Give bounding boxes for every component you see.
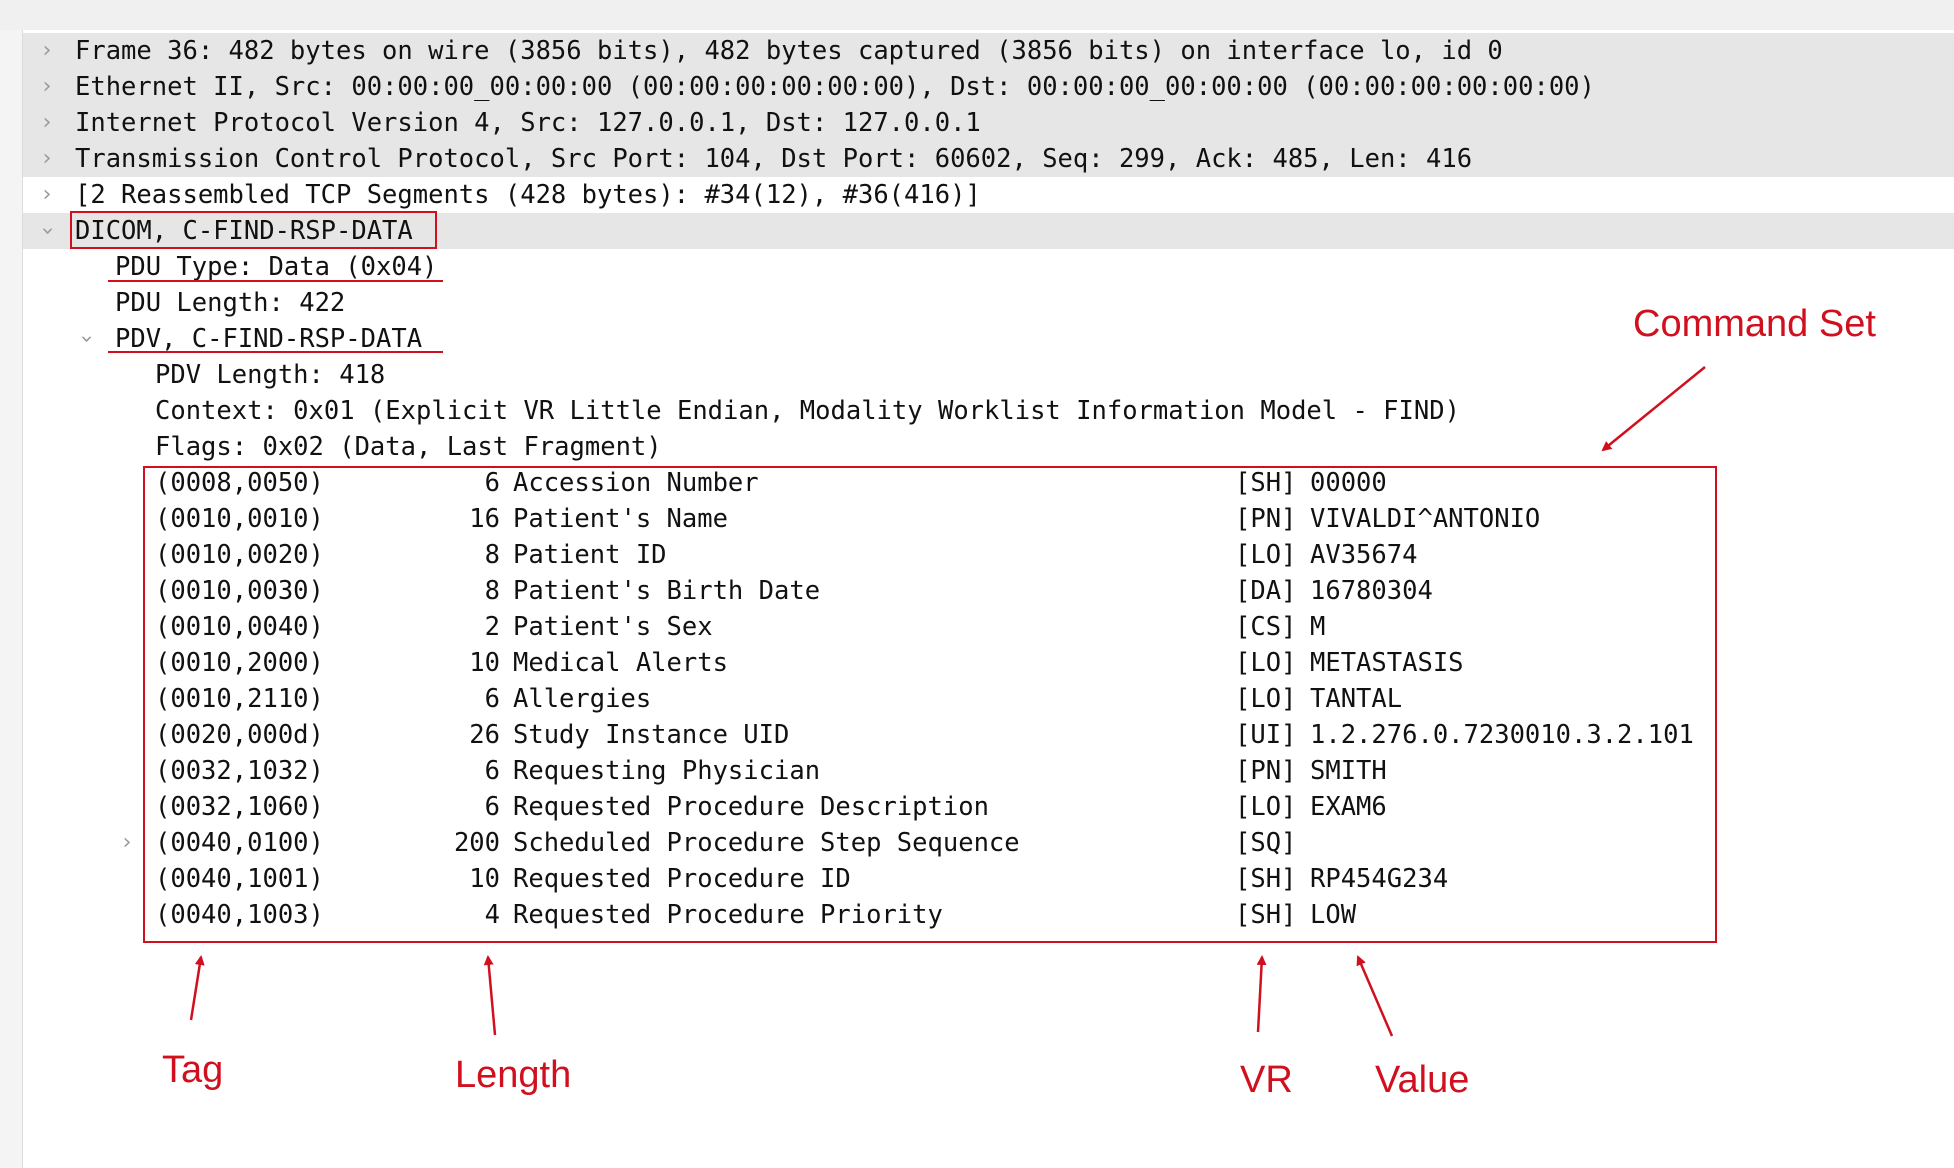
pdv-underline [108,351,443,353]
arrow-tag [189,955,205,1021]
element-name: Medical Alerts [513,648,728,678]
element-name: Scheduled Procedure Step Sequence [513,828,1020,858]
chevron-down-icon[interactable]: › [68,332,104,346]
element-tag: (0010,0020) [155,540,324,570]
element-vr: [PN] [1235,756,1297,786]
element-vr: [LO] [1235,540,1297,570]
element-vr: [UI] [1235,720,1297,750]
pdv-length[interactable]: PDV Length: 418 [155,357,385,393]
element-vr: [LO] [1235,684,1297,714]
element-vr: [PN] [1235,504,1297,534]
element-value: SMITH [1310,756,1387,786]
element-value: TANTAL [1310,684,1403,714]
pdu-type-underline [108,280,443,282]
frame-summary: Frame 36: 482 bytes on wire (3856 bits),… [75,36,1503,66]
element-tag: (0032,1032) [155,756,324,786]
command-set-box [143,466,1717,943]
element-tag: (0040,1003) [155,900,324,930]
element-value: 00000 [1310,468,1387,498]
dicom-highlight-box [70,211,437,249]
element-tag: (0010,2000) [155,648,324,678]
element-length: 200 [453,828,500,858]
element-value: LOW [1310,900,1357,930]
element-tag: (0010,0040) [155,612,324,642]
element-name: Patient's Sex [513,612,713,642]
element-tag: (0020,000d) [155,720,324,750]
element-name: Accession Number [513,468,759,498]
chevron-right-icon[interactable]: › [120,825,134,861]
element-tag: (0008,0050) [155,468,324,498]
element-value: M [1310,612,1326,642]
element-value: RP454G234 [1310,864,1449,894]
left-gutter [0,30,23,1168]
element-tag: (0010,0030) [155,576,324,606]
tcp-summary: Transmission Control Protocol, Src Port:… [75,144,1473,174]
element-length: 10 [469,864,500,894]
element-name: Requested Procedure ID [513,864,851,894]
element-tag: (0010,2110) [155,684,324,714]
chevron-right-icon[interactable]: › [40,177,54,213]
element-value: VIVALDI^ANTONIO [1310,504,1541,534]
element-name: Requested Procedure Priority [513,900,943,930]
arrow-vr [1256,955,1267,1033]
element-name: Patient's Name [513,504,728,534]
element-tag: (0040,1001) [155,864,324,894]
element-length: 6 [484,468,500,498]
reassembled-summary: [2 Reassembled TCP Segments (428 bytes):… [75,180,981,210]
element-length: 6 [484,684,500,714]
chevron-down-icon[interactable]: › [29,224,65,238]
element-vr: [SH] [1235,864,1297,894]
element-vr: [SH] [1235,468,1297,498]
element-tag: (0010,0010) [155,504,324,534]
element-value: 1.2.276.0.7230010.3.2.101 [1310,720,1694,750]
element-value: AV35674 [1310,540,1418,570]
element-name: Requesting Physician [513,756,821,786]
arrow-length [483,955,497,1036]
element-name: Requested Procedure Description [513,792,989,822]
element-vr: [SQ] [1235,828,1297,858]
element-length: 16 [469,504,500,534]
element-length: 4 [484,900,500,930]
element-length: 2 [484,612,500,642]
element-length: 8 [484,576,500,606]
element-vr: [DA] [1235,576,1297,606]
annotation-tag: Tag [162,1049,224,1091]
element-vr: [CS] [1235,612,1297,642]
element-name: Study Instance UID [513,720,790,750]
element-name: Allergies [513,684,652,714]
element-length: 6 [484,792,500,822]
element-length: 26 [469,720,500,750]
chevron-right-icon[interactable]: › [40,141,54,177]
element-tag: (0040,0100) [155,828,324,858]
element-value: EXAM6 [1310,792,1387,822]
ethernet-summary: Ethernet II, Src: 00:00:00_00:00:00 (00:… [75,72,1595,102]
element-value: 16780304 [1310,576,1433,606]
element-name: Patient's Birth Date [513,576,821,606]
arrow-command-set [1601,366,1706,452]
top-strip [0,0,1954,30]
pdu-length[interactable]: PDU Length: 422 [115,285,345,321]
arrow-value [1356,955,1394,1037]
chevron-right-icon[interactable]: › [40,69,54,105]
element-tag: (0032,1060) [155,792,324,822]
annotation-value: Value [1375,1059,1470,1101]
element-length: 8 [484,540,500,570]
element-value: METASTASIS [1310,648,1464,678]
element-length: 10 [469,648,500,678]
element-length: 6 [484,756,500,786]
annotation-vr: VR [1240,1059,1293,1101]
annotation-command-set: Command Set [1633,303,1876,345]
element-vr: [LO] [1235,792,1297,822]
ip-summary: Internet Protocol Version 4, Src: 127.0.… [75,108,981,138]
element-vr: [SH] [1235,900,1297,930]
element-name: Patient ID [513,540,667,570]
annotation-length: Length [455,1054,572,1096]
chevron-right-icon[interactable]: › [40,105,54,141]
chevron-right-icon[interactable]: › [40,33,54,69]
pdv-flags[interactable]: Flags: 0x02 (Data, Last Fragment) [155,429,662,465]
element-vr: [LO] [1235,648,1297,678]
pdv-context[interactable]: Context: 0x01 (Explicit VR Little Endian… [155,393,1460,429]
